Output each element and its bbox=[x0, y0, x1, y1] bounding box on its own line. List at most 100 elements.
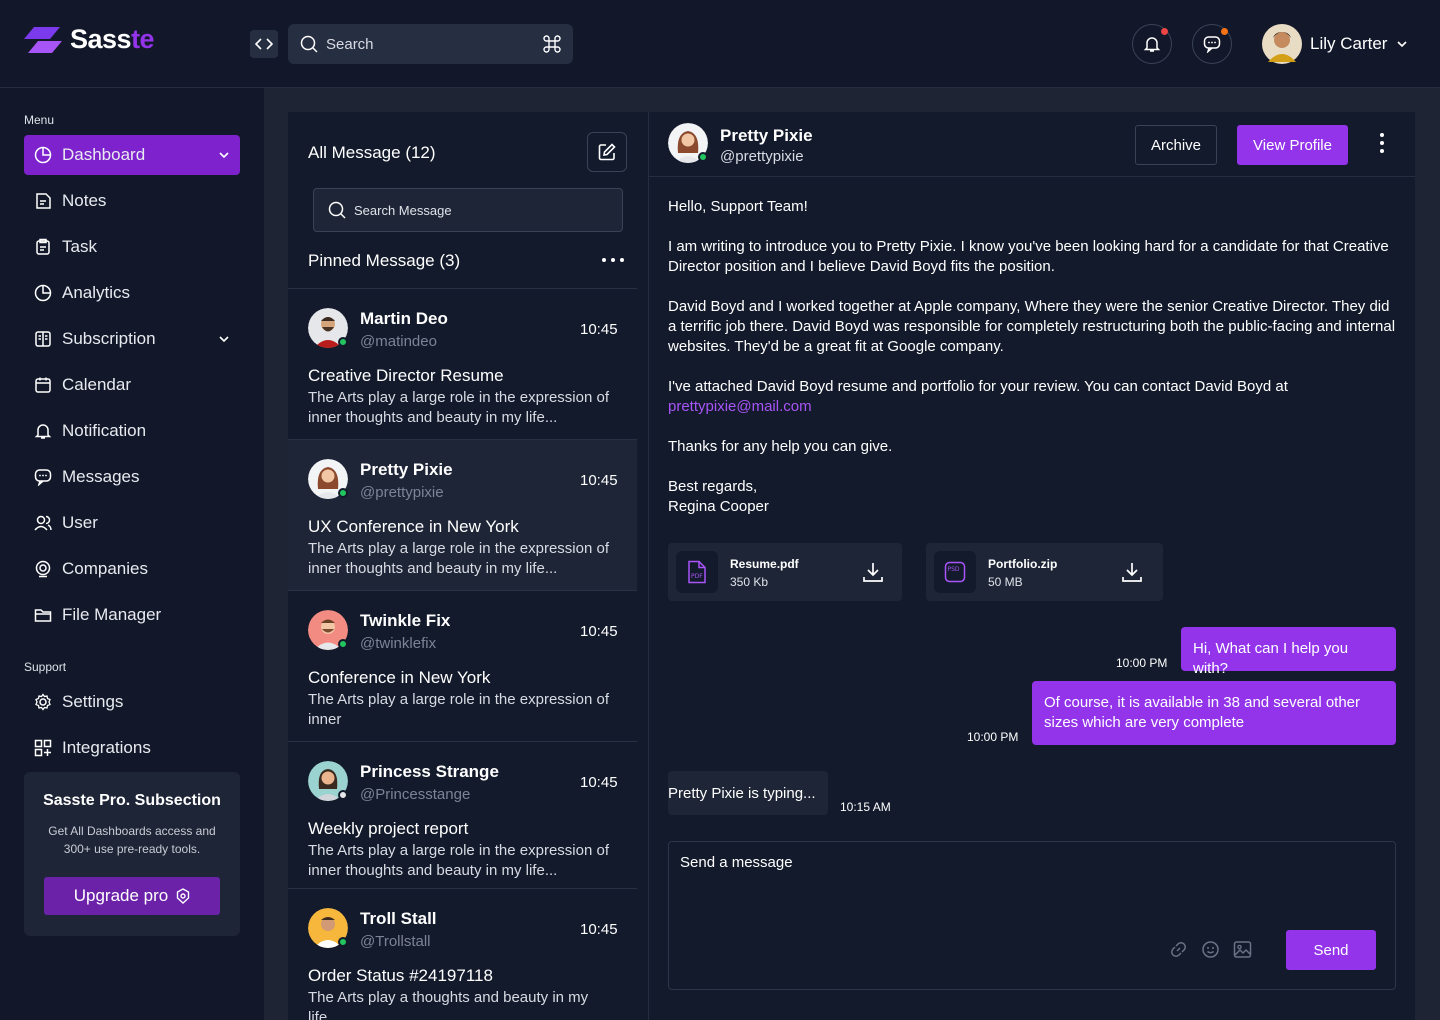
sidebar-item-label: Integrations bbox=[62, 738, 151, 757]
attachment-size: 50 MB bbox=[988, 575, 1023, 589]
typing-indicator: Pretty Pixie is typing... bbox=[668, 771, 828, 815]
promo-description: Get All Dashboards access and 300+ use p… bbox=[48, 824, 216, 856]
typing-timestamp: 10:15 AM bbox=[840, 800, 891, 814]
notifications-button[interactable] bbox=[1132, 24, 1172, 64]
online-status bbox=[338, 337, 348, 347]
attachment-card[interactable]: PDF Resume.pdf 350 Kb bbox=[668, 543, 902, 601]
attachment-name: Portfolio.zip bbox=[988, 557, 1058, 571]
brand-accent: te bbox=[131, 24, 155, 54]
emoji-icon[interactable] bbox=[1201, 940, 1220, 959]
pinned-more-button[interactable] bbox=[602, 258, 624, 262]
attachment-card[interactable]: PSD Portfolio.zip 50 MB bbox=[926, 543, 1163, 601]
sidebar-item-label: File Manager bbox=[62, 605, 162, 624]
image-icon[interactable] bbox=[1233, 940, 1252, 959]
messages-button[interactable] bbox=[1192, 24, 1232, 64]
search-placeholder: Search bbox=[326, 35, 374, 53]
letter-signature: Regina Cooper bbox=[668, 498, 769, 515]
message-subject: Weekly project report bbox=[308, 819, 469, 838]
sidebar-toggle-button[interactable] bbox=[250, 30, 278, 58]
gear-icon bbox=[35, 693, 51, 711]
message-composer[interactable]: Send a message Send bbox=[668, 841, 1396, 990]
link-icon[interactable] bbox=[1169, 940, 1188, 959]
note-icon bbox=[36, 193, 51, 209]
task-icon bbox=[36, 238, 50, 255]
chat-icon bbox=[1203, 36, 1221, 53]
sidebar-item-settings[interactable]: Settings bbox=[24, 682, 240, 722]
analytics-icon bbox=[34, 284, 52, 302]
email-link[interactable]: prettypixie@mail.com bbox=[668, 398, 812, 415]
contact-handle: @prettypixie bbox=[360, 484, 444, 501]
letter-signoff: Best regards, Regina Cooper bbox=[668, 477, 1398, 517]
outgoing-message: Of course, it is available in 38 and sev… bbox=[1032, 681, 1396, 745]
online-status bbox=[338, 639, 348, 649]
download-icon[interactable] bbox=[861, 560, 885, 584]
message-preview: The Arts play a large role in the expres… bbox=[308, 389, 609, 426]
attachment-size: 350 Kb bbox=[730, 575, 769, 589]
folder-icon bbox=[34, 609, 52, 622]
conversation-item[interactable]: Troll Stall @Trollstall 10:45 Order Stat… bbox=[288, 888, 637, 1020]
bell-icon bbox=[1143, 37, 1161, 52]
online-status bbox=[338, 937, 348, 947]
upgrade-pro-button[interactable]: Upgrade pro bbox=[44, 877, 220, 915]
message-preview: The Arts play a large role in the expres… bbox=[308, 691, 609, 728]
download-icon[interactable] bbox=[1120, 560, 1144, 584]
contact-handle: @Trollstall bbox=[360, 933, 431, 950]
view-profile-button[interactable]: View Profile bbox=[1237, 125, 1348, 165]
contact-name: Twinkle Fix bbox=[360, 611, 451, 630]
message-time: 10:45 bbox=[580, 321, 618, 338]
top-bar: Sasste Search Lily Carter bbox=[0, 0, 1440, 88]
conversation-item[interactable]: Twinkle Fix @twinklefix 10:45 Conference… bbox=[288, 590, 637, 741]
sidebar-item-label: Notification bbox=[62, 421, 147, 440]
send-button[interactable]: Send bbox=[1286, 930, 1376, 970]
conversation-item[interactable]: Princess Strange @Princesstange 10:45 We… bbox=[288, 741, 637, 892]
message-preview: The Arts play a large role in the expres… bbox=[308, 540, 609, 577]
attachment-name: Resume.pdf bbox=[730, 557, 799, 571]
message-timestamp: 10:00 PM bbox=[967, 730, 1019, 744]
archive-button[interactable]: Archive bbox=[1135, 125, 1217, 165]
chevron-down-icon bbox=[1397, 41, 1408, 48]
sidebar-item-label: Companies bbox=[62, 559, 148, 578]
sidebar-item-subscription[interactable]: Subscription bbox=[24, 319, 240, 359]
avatar bbox=[1262, 24, 1302, 64]
sidebar-item-label: Notes bbox=[62, 191, 107, 210]
letter-paragraph: I've attached David Boyd resume and port… bbox=[668, 377, 1398, 417]
sidebar-item-notes[interactable]: Notes bbox=[24, 181, 240, 221]
logo[interactable]: Sasste bbox=[24, 24, 155, 55]
sidebar-item-messages[interactable]: Messages bbox=[24, 457, 240, 497]
grid-plus-icon bbox=[34, 739, 52, 757]
typing-text: is typing... bbox=[743, 784, 816, 802]
subscription-icon bbox=[35, 331, 51, 347]
sidebar-item-task[interactable]: Task bbox=[24, 227, 240, 267]
contact-name: Pretty Pixie bbox=[360, 460, 453, 479]
pdf-file-icon: PDF bbox=[688, 560, 706, 584]
sidebar-item-notification[interactable]: Notification bbox=[24, 411, 240, 451]
edit-icon bbox=[598, 143, 616, 161]
chat-more-button[interactable] bbox=[1380, 133, 1384, 153]
sidebar-item-file-manager[interactable]: File Manager bbox=[24, 595, 240, 635]
sidebar-item-label: Settings bbox=[62, 692, 124, 711]
message-subject: Creative Director Resume bbox=[308, 366, 504, 385]
menu-section-label: Menu bbox=[24, 113, 55, 127]
sidebar-item-integrations[interactable]: Integrations bbox=[24, 728, 240, 768]
user-menu[interactable]: Lily Carter bbox=[1262, 24, 1409, 64]
sidebar-item-user[interactable]: User bbox=[24, 503, 240, 543]
upgrade-promo-card: Sasste Pro. Subsection Get All Dashboard… bbox=[24, 772, 240, 936]
sidebar: Menu Dashboard Notes Task Analytics Subs… bbox=[0, 88, 264, 1020]
conversation-item[interactable]: Martin Deo @matindeo 10:45 Creative Dire… bbox=[288, 288, 637, 439]
contact-name: Martin Deo bbox=[360, 309, 448, 328]
message-search-input[interactable]: Search Message bbox=[313, 188, 623, 232]
sidebar-item-dashboard[interactable]: Dashboard bbox=[24, 135, 240, 175]
sidebar-item-calendar[interactable]: Calendar bbox=[24, 365, 240, 405]
sidebar-item-analytics[interactable]: Analytics bbox=[24, 273, 240, 313]
message-timestamp: 10:00 PM bbox=[1116, 656, 1168, 670]
conversation-item[interactable]: Pretty Pixie @prettypixie 10:45 UX Confe… bbox=[288, 439, 637, 590]
notification-dot bbox=[1161, 28, 1168, 35]
global-search-input[interactable]: Search bbox=[288, 24, 573, 64]
compose-button[interactable] bbox=[587, 132, 627, 172]
sidebar-item-companies[interactable]: Companies bbox=[24, 549, 240, 589]
composer-tools bbox=[1169, 940, 1252, 959]
svg-text:PSD: PSD bbox=[948, 566, 960, 573]
pinned-section-title: Pinned Message (3) bbox=[308, 251, 461, 270]
psd-file-icon: PSD bbox=[944, 561, 966, 583]
chevron-down-icon bbox=[219, 336, 229, 343]
